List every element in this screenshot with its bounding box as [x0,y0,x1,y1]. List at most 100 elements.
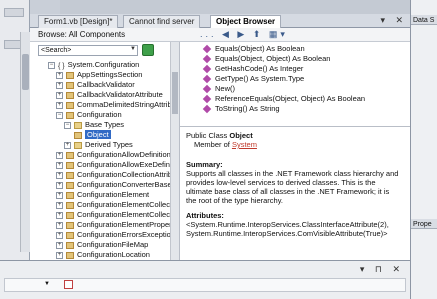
tab-form1-design[interactable]: Form1.vb [Design]* [38,15,119,28]
scrollbar-thumb[interactable] [22,54,29,90]
summary-heading: Summary: [186,160,223,169]
class-icon [66,241,74,249]
tree-item[interactable]: + CommaDelimitedStringAttribu [56,100,176,109]
folder-icon [74,141,82,149]
member-item[interactable]: GetHashCode() As Integer [202,64,303,74]
member-item[interactable]: New() [202,84,235,94]
member-label: ReferenceEquals(Object, Object) As Boole… [215,94,366,103]
chevron-down-icon[interactable]: ▼ [44,281,50,287]
tree-item-label: CallbackValidator [77,80,135,89]
tree-item[interactable]: + CallbackValidatorAttribute [56,90,163,99]
method-icon [202,44,212,54]
search-input[interactable]: <Search> [38,45,138,56]
chevron-down-icon[interactable]: ▼ [130,46,136,52]
class-icon [66,201,74,209]
tab-cannot-find-server[interactable]: Cannot find server [123,15,201,28]
tree-item[interactable]: + ConfigurationAllowDefinition [56,150,171,159]
member-item[interactable]: Equals(Object) As Boolean [202,44,305,54]
tree-expander[interactable]: + [56,231,63,239]
properties-title: Prope [413,221,432,228]
document-tab-strip: Form1.vb [Design]* Cannot find server Ob… [30,14,410,28]
member-item[interactable]: ReferenceEquals(Object, Object) As Boole… [202,94,366,104]
tree-expander[interactable]: + [56,191,63,199]
class-icon [66,211,74,219]
tree-item[interactable]: + ConfigurationElementCollectic [56,210,177,219]
method-icon [202,104,212,114]
namespace-link[interactable]: System [232,140,257,149]
tree-expander[interactable]: + [56,161,63,169]
tree-item-label: ConfigurationElementCollectic [77,200,178,209]
class-icon [66,221,74,229]
tree-expander[interactable]: + [56,101,63,109]
member-item[interactable]: Equals(Object, Object) As Boolean [202,54,331,64]
method-icon [202,84,212,94]
output-window-controls[interactable]: ▾ ⊓ ✕ [360,264,404,275]
class-icon [66,151,74,159]
object-tree-pane: <Search> ▼ −{ } System.Configuration + AppS… [30,42,180,260]
browse-scope-selector[interactable]: Browse: All Components [38,30,125,39]
tree-item[interactable]: − Base Types [64,120,124,129]
class-name: Object [229,131,253,140]
member-item[interactable]: GetType() As System.Type [202,74,304,84]
tree-expander[interactable]: + [56,201,63,209]
tree-item[interactable]: − Configuration [56,110,122,119]
tree-expander[interactable]: + [64,141,71,149]
tree-expander[interactable]: + [56,251,63,259]
class-icon [66,181,74,189]
members-list-pane: Equals(Object) As Boolean Equals(Object, … [180,42,410,127]
tree-expander[interactable]: + [56,241,63,249]
tree-item[interactable]: −{ } System.Configuration [48,60,139,70]
tree-expander[interactable]: − [48,61,55,69]
tree-expander[interactable]: + [56,91,63,99]
tree-expander[interactable]: − [64,121,71,129]
tree-expander[interactable]: + [56,181,63,189]
method-icon [202,54,212,64]
toolbox-tab-marker[interactable] [4,8,24,17]
summary-line: Supports all classes in the .NET Framewo… [186,169,399,178]
tree-expander[interactable]: + [56,221,63,229]
tree-item[interactable]: + ConfigurationLocation [56,250,150,259]
tree-scrollbar[interactable] [170,42,179,260]
member-of-prefix: Member of [194,140,232,149]
tree-item[interactable]: + ConfigurationConverterBase [56,180,172,189]
member-label: ToString() As String [215,104,280,113]
scrollbar-thumb[interactable] [172,72,178,114]
attributes-heading: Attributes: [186,211,224,220]
tree-item[interactable]: + ConfigurationFileMap [56,240,148,249]
tree-expander[interactable]: − [56,111,63,119]
tree-item[interactable]: + ConfigurationElementCollectic [56,200,177,209]
tree-expander[interactable]: + [56,81,63,89]
tree-item[interactable]: + ConfigurationAllowExeDefiniti [56,160,175,169]
tab-window-controls[interactable]: ▾ ✕ [380,15,407,26]
tree-item[interactable]: Object [74,130,111,139]
clear-output-icon[interactable] [64,280,73,289]
tree-item[interactable]: + ConfigurationCollectionAttrib [56,170,172,179]
tab-object-browser[interactable]: Object Browser [210,15,282,28]
tree-expander[interactable]: + [56,151,63,159]
tree-item[interactable]: + ConfigurationErrorsException [56,230,175,239]
tree-item[interactable]: + ConfigurationElementPropert [56,220,174,229]
class-icon [66,251,74,259]
tree-item[interactable]: + ConfigurationElement [56,190,149,199]
tree-item-label: AppSettingsSection [77,70,143,79]
tree-item[interactable]: + AppSettingsSection [56,70,142,79]
tree-item-label: ConfigurationElement [77,190,150,199]
tree-item[interactable]: + Derived Types [64,140,133,149]
tree-expander[interactable]: + [56,211,63,219]
tree-item-label: ConfigurationCollectionAttrib [77,170,173,179]
tree-expander[interactable]: + [56,171,63,179]
summary-line: provides low-level services to derived c… [186,178,376,187]
tree-expander[interactable]: + [56,71,63,79]
tree-item[interactable]: + CallbackValidator [56,80,135,89]
search-go-button[interactable] [142,44,154,56]
tree-item-label: Derived Types [85,140,133,149]
browser-toolbar-buttons[interactable]: ... ◀ ▶ ⬆ ▦▾ [200,29,288,40]
namespace-icon: { } [58,62,65,70]
data-sources-panel: Data S Prope [410,0,437,299]
member-label: Equals(Object, Object) As Boolean [215,54,331,63]
member-item[interactable]: ToString() As String [202,104,280,114]
class-icon [66,91,74,99]
toolbox-scrollbar[interactable] [20,32,30,252]
title-strip [60,0,410,14]
class-icon [66,81,74,89]
